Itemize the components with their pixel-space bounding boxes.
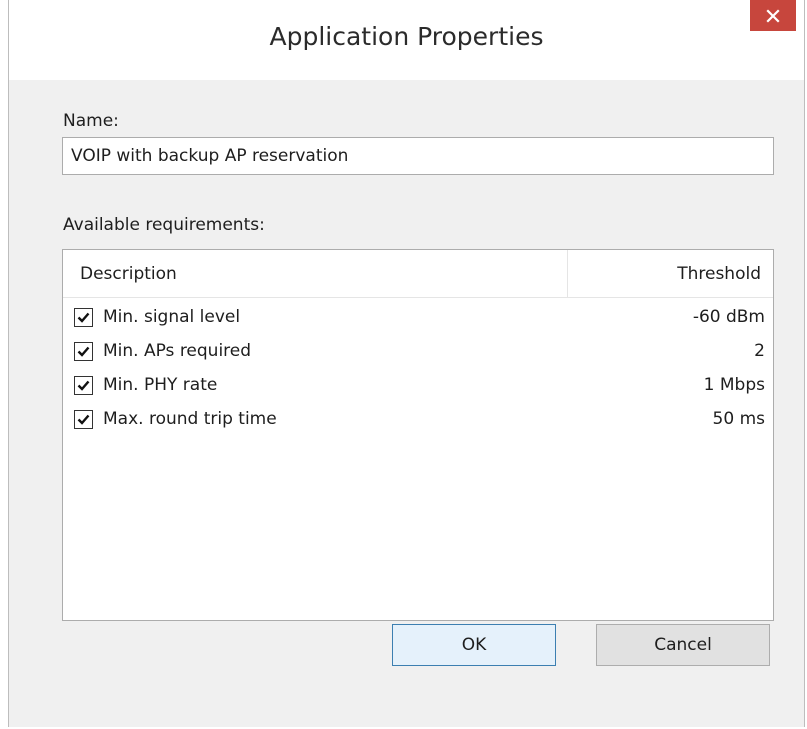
requirement-threshold: -60 dBm [692,307,765,327]
list-item[interactable]: Max. round trip time 50 ms [63,403,773,437]
column-header-description[interactable]: Description [80,264,177,284]
requirement-threshold: 50 ms [712,409,765,429]
list-item[interactable]: Min. signal level -60 dBm [63,301,773,335]
requirement-threshold: 2 [754,341,765,361]
requirement-description: Min. APs required [103,341,252,361]
checkmark-icon [77,380,90,391]
cancel-button[interactable]: Cancel [596,624,770,666]
requirement-checkbox[interactable] [74,376,93,395]
checkmark-icon [77,414,90,425]
list-item[interactable]: Min. PHY rate 1 Mbps [63,369,773,403]
name-input[interactable] [62,137,774,175]
column-divider[interactable] [567,250,568,298]
requirement-checkbox[interactable] [74,342,93,361]
requirement-description: Max. round trip time [103,409,277,429]
checkmark-icon [77,346,90,357]
checkmark-icon [77,312,90,323]
dialog-content: Name: Available requirements: Descriptio… [9,80,804,727]
requirement-description: Min. signal level [103,307,241,327]
title-bar: Application Properties [9,0,804,80]
requirements-list[interactable]: Description Threshold Min. signal level … [62,249,774,621]
requirement-checkbox[interactable] [74,410,93,429]
requirement-threshold: 1 Mbps [703,375,765,395]
ok-button[interactable]: OK [392,624,556,666]
requirement-description: Min. PHY rate [103,375,218,395]
window-title: Application Properties [269,22,544,51]
name-label: Name: [63,111,119,131]
close-button[interactable] [750,0,796,31]
column-header-threshold[interactable]: Threshold [677,264,761,284]
requirement-checkbox[interactable] [74,308,93,327]
list-header: Description Threshold [63,250,773,298]
available-requirements-label: Available requirements: [63,215,265,235]
close-icon [766,8,780,23]
list-item[interactable]: Min. APs required 2 [63,335,773,369]
application-properties-dialog: Application Properties Name: Available r… [8,0,805,727]
